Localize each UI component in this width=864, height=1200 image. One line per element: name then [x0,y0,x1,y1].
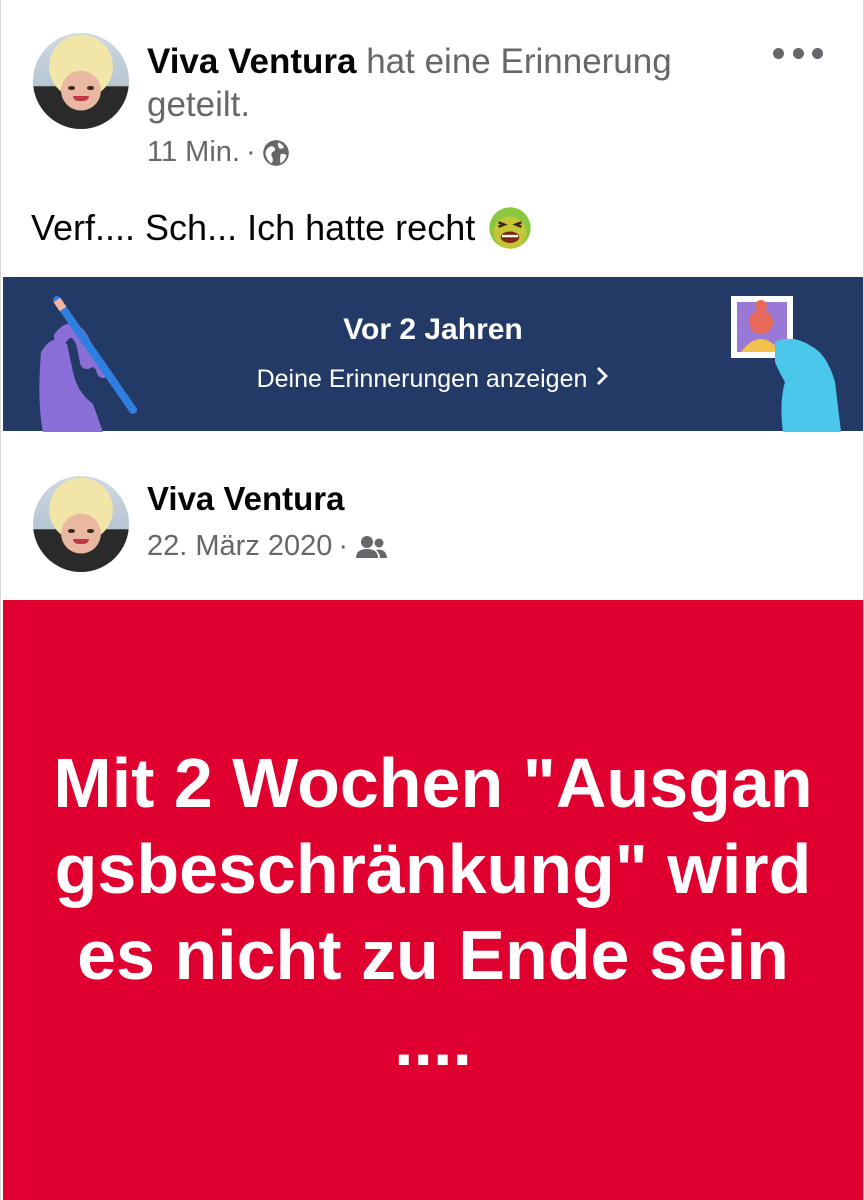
chevron-right-icon [595,365,609,394]
memory-card-text: Mit 2 Wochen "Ausgangsbeschränkung" wird… [53,744,813,1080]
globe-icon [262,139,289,166]
post-timestamp[interactable]: 11 Min. [147,136,240,169]
original-author-name[interactable]: Viva Ventura [147,480,345,518]
friends-icon [356,535,388,558]
post-meta: 11 Min. · [147,136,290,169]
original-post-meta: 22. März 2020 · [147,530,388,563]
memories-banner[interactable]: Vor 2 Jahren Deine Erinnerungen anzeigen [3,277,863,432]
original-author-avatar[interactable] [33,476,129,572]
meta-separator: · [338,530,349,562]
original-post-date[interactable]: 22. März 2020 [147,530,332,563]
meta-separator: · [245,136,256,168]
memory-text-card[interactable]: Mit 2 Wochen "Ausgangsbeschränkung" wird… [3,600,863,1200]
shared-memory-post: Viva Ventura hat eine Erinnerung geteilt… [0,0,864,1200]
more-options-button[interactable] [773,38,823,68]
nauseated-face-icon [489,207,531,249]
post-message: Verf.... Sch... Ich hatte recht [31,207,476,248]
hand-with-photo-icon [731,296,841,432]
author-avatar[interactable] [33,33,129,129]
more-options-icon [773,47,784,59]
post-header: Viva Ventura hat eine Erinnerung geteilt… [147,40,747,126]
post-text: Verf.... Sch... Ich hatte recht [31,205,533,251]
view-memories-label: Deine Erinnerungen anzeigen [256,365,588,393]
author-name[interactable]: Viva Ventura [147,42,356,81]
